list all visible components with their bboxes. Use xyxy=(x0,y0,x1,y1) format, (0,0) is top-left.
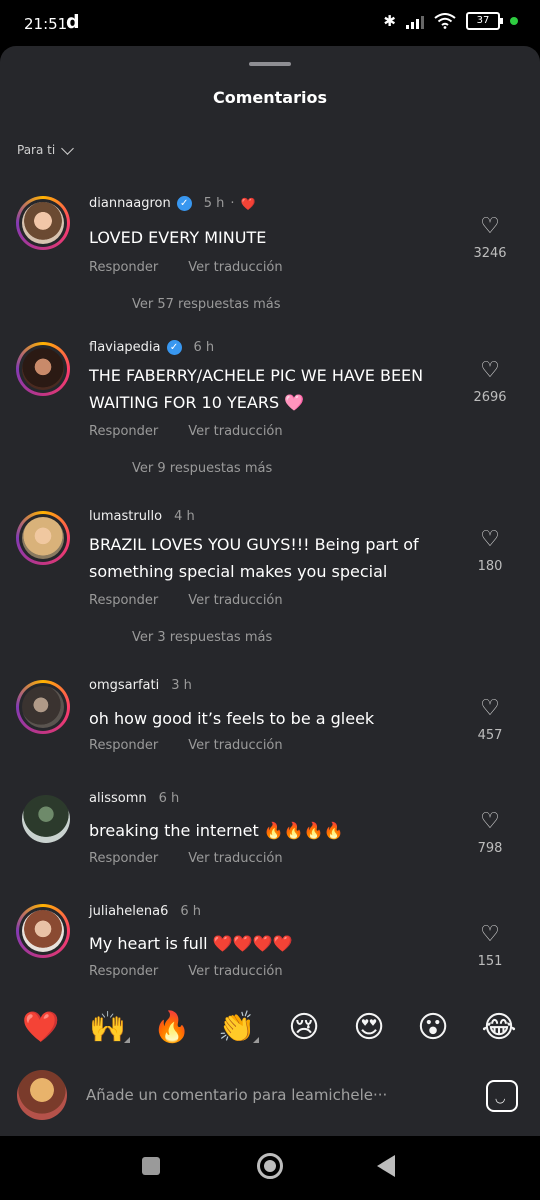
sheet-title: Comentarios xyxy=(213,88,327,107)
system-nav-bar xyxy=(0,1136,540,1200)
username[interactable]: juliahelena6 xyxy=(89,904,168,919)
reply-button[interactable]: Responder xyxy=(89,964,158,979)
heart-outline-icon: ♡ xyxy=(480,696,500,721)
like-button[interactable]: ♡ 457 xyxy=(466,696,514,744)
comment-text: My heart is full ❤️❤️❤️❤️ xyxy=(89,934,293,953)
like-count: 3246 xyxy=(473,246,507,261)
home-icon[interactable] xyxy=(257,1153,283,1179)
like-count: 798 xyxy=(477,841,503,856)
timestamp: 4 h xyxy=(174,509,195,524)
heart-outline-icon: ♡ xyxy=(480,358,500,383)
avatar[interactable] xyxy=(16,342,70,396)
reaction-heart-button[interactable]: ❤️ xyxy=(17,1010,65,1045)
username[interactable]: diannaagron xyxy=(89,196,171,211)
view-replies-button[interactable]: Ver 9 respuestas más xyxy=(132,461,272,476)
comment-text: LOVED EVERY MINUTE xyxy=(89,228,267,247)
comment-composer: Añade un comentario para leamichele··· ◡ xyxy=(0,1066,540,1126)
back-icon[interactable] xyxy=(377,1155,395,1177)
like-button[interactable]: ♡ 2696 xyxy=(466,358,514,406)
battery-icon: 37 xyxy=(466,12,503,30)
like-button[interactable]: ♡ 798 xyxy=(466,809,514,857)
notification-app-icon: d xyxy=(66,11,80,33)
signal-icon xyxy=(406,13,424,29)
drag-handle[interactable] xyxy=(249,62,291,66)
verified-badge-icon: ✓ xyxy=(176,196,192,211)
like-button[interactable]: ♡ 180 xyxy=(466,527,514,575)
quick-reaction-bar: ❤️ 🙌 🔥 👏 😢 😍 😮 😂 xyxy=(0,1010,540,1060)
chevron-down-icon xyxy=(61,141,75,155)
bluetooth-icon: ✱ xyxy=(383,12,396,30)
heart-outline-icon: ♡ xyxy=(480,527,500,552)
like-count: 457 xyxy=(477,728,503,743)
avatar xyxy=(17,1070,67,1120)
comment-text: breaking the internet 🔥🔥🔥🔥 xyxy=(89,821,344,840)
view-replies-button[interactable]: Ver 57 respuestas más xyxy=(132,297,281,312)
reply-button[interactable]: Responder xyxy=(89,738,158,753)
status-bar: 21:51 d ✱ 37 xyxy=(0,0,540,46)
reply-button[interactable]: Responder xyxy=(89,260,158,275)
reaction-crying-button[interactable]: 😢 xyxy=(280,1010,328,1045)
reaction-surprised-button[interactable]: 😮 xyxy=(409,1010,457,1045)
timestamp: 3 h xyxy=(171,678,192,693)
reaction-raising-hands-button[interactable]: 🙌 xyxy=(84,1010,132,1045)
sort-label: Para ti xyxy=(17,143,56,157)
timestamp: 5 h xyxy=(203,196,225,211)
heart-outline-icon: ♡ xyxy=(480,922,500,947)
verified-badge-icon: ✓ xyxy=(166,340,182,355)
reply-button[interactable]: Responder xyxy=(89,851,158,866)
avatar[interactable] xyxy=(16,196,70,250)
comment-text: BRAZIL LOVES YOU GUYS!!! Being part of s… xyxy=(89,535,419,581)
like-count: 180 xyxy=(477,559,503,574)
heart-outline-icon: ♡ xyxy=(480,809,500,834)
like-button[interactable]: ♡ 151 xyxy=(466,922,514,970)
translate-button[interactable]: Ver traducción xyxy=(188,851,282,866)
comment-text: oh how good it’s feels to be a gleek xyxy=(89,709,375,728)
comment-input[interactable]: Añade un comentario para leamichele··· xyxy=(86,1086,387,1104)
sticker-icon[interactable]: ◡ xyxy=(486,1080,518,1112)
comments-sheet: Comentarios Para ti diannaagron ✓ 5 h · … xyxy=(0,46,540,1136)
avatar[interactable] xyxy=(16,511,70,565)
like-button[interactable]: ♡ 3246 xyxy=(466,214,514,262)
username[interactable]: alissomn xyxy=(89,791,147,806)
privacy-indicator-icon xyxy=(510,17,518,25)
username[interactable]: lumastrullo xyxy=(89,509,162,524)
translate-button[interactable]: Ver traducción xyxy=(188,964,282,979)
like-count: 2696 xyxy=(473,390,507,405)
sort-dropdown[interactable]: Para ti xyxy=(17,141,75,157)
translate-button[interactable]: Ver traducción xyxy=(188,260,282,275)
wifi-icon xyxy=(434,13,456,29)
username[interactable]: omgsarfati xyxy=(89,678,159,693)
timestamp: 6 h xyxy=(158,791,180,806)
reaction-laughing-button[interactable]: 😂 xyxy=(475,1010,523,1045)
avatar[interactable] xyxy=(22,795,70,843)
view-replies-button[interactable]: Ver 3 respuestas más xyxy=(132,630,272,645)
timestamp: 6 h xyxy=(193,340,215,355)
reply-button[interactable]: Responder xyxy=(89,424,158,439)
translate-button[interactable]: Ver traducción xyxy=(188,424,282,439)
like-count: 151 xyxy=(477,954,503,969)
translate-button[interactable]: Ver traducción xyxy=(188,593,282,608)
creator-liked-marker: ❤️ xyxy=(240,196,256,211)
avatar[interactable] xyxy=(16,680,70,734)
reaction-heart-eyes-button[interactable]: 😍 xyxy=(345,1010,393,1045)
username[interactable]: flaviapedia xyxy=(89,340,161,355)
clock: 21:51 xyxy=(24,15,68,33)
reaction-clap-button[interactable]: 👏 xyxy=(213,1010,261,1045)
reply-button[interactable]: Responder xyxy=(89,593,158,608)
translate-button[interactable]: Ver traducción xyxy=(188,738,282,753)
comment-text: THE FABERRY/ACHELE PIC WE HAVE BEEN WAIT… xyxy=(89,366,424,412)
timestamp: 6 h xyxy=(180,904,202,919)
avatar[interactable] xyxy=(16,904,70,958)
recents-icon[interactable] xyxy=(142,1157,160,1175)
heart-outline-icon: ♡ xyxy=(480,214,500,239)
reaction-fire-button[interactable]: 🔥 xyxy=(148,1010,196,1045)
